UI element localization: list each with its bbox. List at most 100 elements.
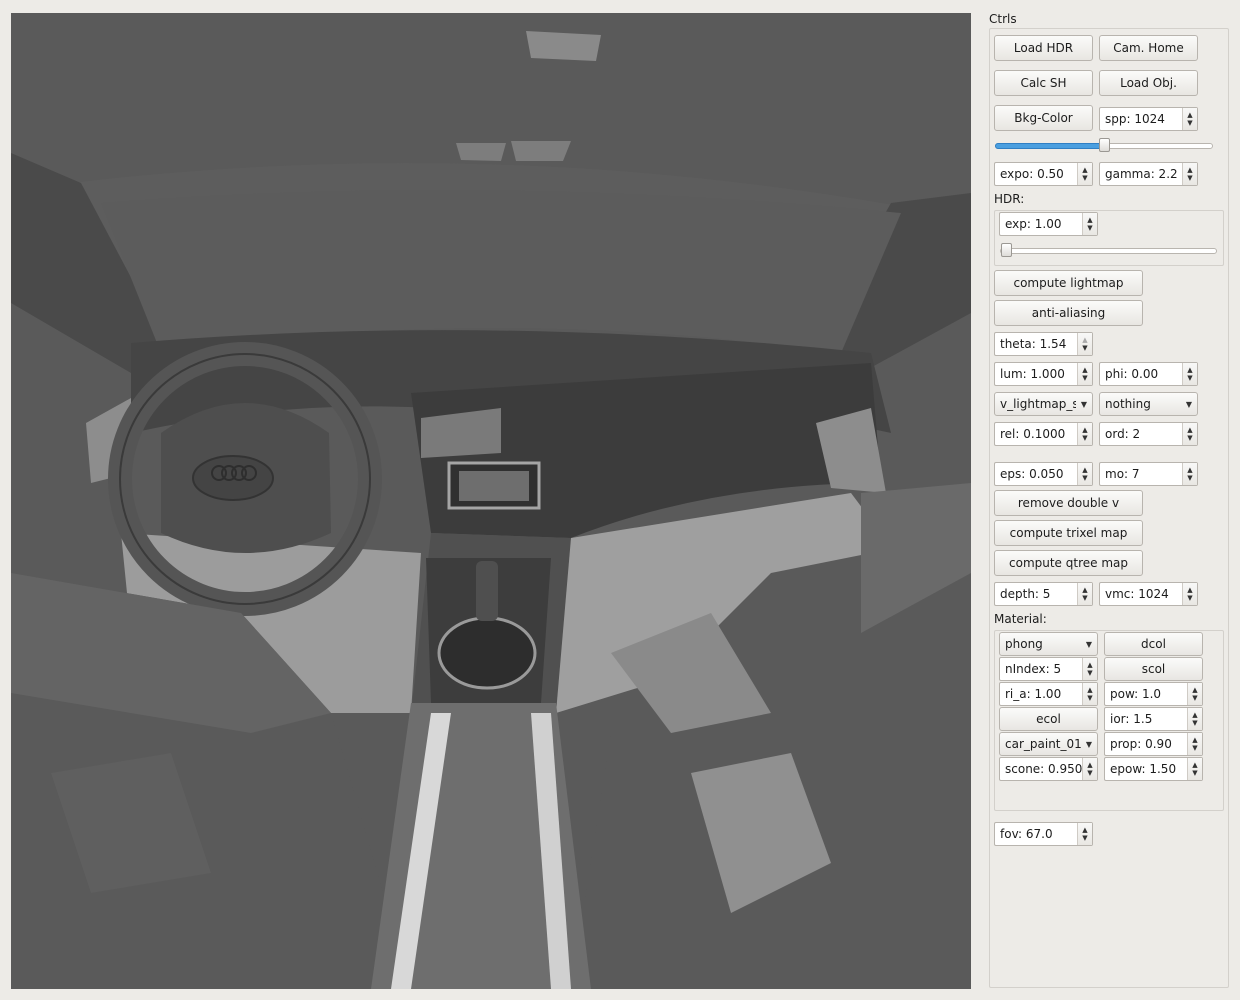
panel-title: Ctrls bbox=[989, 12, 1017, 26]
scone-value: scone: 0.950 bbox=[1005, 762, 1082, 776]
ior-spinbox[interactable]: ior: 1.5 ▲ ▼ bbox=[1104, 707, 1203, 731]
compute-qtree-button[interactable]: compute qtree map bbox=[994, 550, 1143, 576]
spp-spinbox[interactable]: spp: 1024 ▲ ▼ bbox=[1099, 107, 1198, 131]
pow-value: pow: 1.0 bbox=[1110, 687, 1162, 701]
bkg-color-button[interactable]: Bkg-Color bbox=[994, 105, 1093, 131]
fov-value: fov: 67.0 bbox=[1000, 827, 1053, 841]
ri-a-spinbox[interactable]: ri_a: 1.00 ▲ ▼ bbox=[999, 682, 1098, 706]
compute-lightmap-label: compute lightmap bbox=[1013, 276, 1124, 290]
arrow-down-icon: ▼ bbox=[1192, 769, 1198, 777]
nindex-arrows[interactable]: ▲ ▼ bbox=[1082, 658, 1097, 680]
scone-arrows[interactable]: ▲ ▼ bbox=[1082, 758, 1097, 780]
phi-spinbox[interactable]: phi: 0.00 ▲ ▼ bbox=[1099, 362, 1198, 386]
scol-button[interactable]: scol bbox=[1104, 657, 1203, 681]
expo-spinbox[interactable]: expo: 0.50 ▲ ▼ bbox=[994, 162, 1093, 186]
ior-arrows[interactable]: ▲ ▼ bbox=[1187, 708, 1202, 730]
load-obj-button[interactable]: Load Obj. bbox=[1099, 70, 1198, 96]
mo-arrows[interactable]: ▲ ▼ bbox=[1182, 463, 1197, 485]
load-hdr-button[interactable]: Load HDR bbox=[994, 35, 1093, 61]
pow-arrows[interactable]: ▲ ▼ bbox=[1187, 683, 1202, 705]
ord-spinbox[interactable]: ord: 2 ▲ ▼ bbox=[1099, 422, 1198, 446]
eps-arrows[interactable]: ▲ ▼ bbox=[1077, 463, 1092, 485]
expo-value: expo: 0.50 bbox=[1000, 167, 1064, 181]
expo-arrows[interactable]: ▲ ▼ bbox=[1077, 163, 1092, 185]
rel-spinbox[interactable]: rel: 0.1000 ▲ ▼ bbox=[994, 422, 1093, 446]
vmc-spinbox[interactable]: vmc: 1024 ▲ ▼ bbox=[1099, 582, 1198, 606]
lightmap-select-value: v_lightmap_s bbox=[1000, 397, 1076, 411]
eps-spinbox[interactable]: eps: 0.050 ▲ ▼ bbox=[994, 462, 1093, 486]
ord-value: ord: 2 bbox=[1105, 427, 1141, 441]
calc-sh-label: Calc SH bbox=[1020, 76, 1067, 90]
spp-slider-fill bbox=[995, 143, 1107, 149]
gamma-spinbox[interactable]: gamma: 2.2 ▲ ▼ bbox=[1099, 162, 1198, 186]
compute-trixel-label: compute trixel map bbox=[1009, 526, 1128, 540]
hdr-slider-groove bbox=[1000, 248, 1217, 254]
mo-spinbox[interactable]: mo: 7 ▲ ▼ bbox=[1099, 462, 1198, 486]
ecol-button[interactable]: ecol bbox=[999, 707, 1098, 731]
theta-spinbox[interactable]: theta: 1.54 ▲ ▼ bbox=[994, 332, 1093, 356]
lum-spinbox[interactable]: lum: 1.000 ▲ ▼ bbox=[994, 362, 1093, 386]
hdr-slider-handle[interactable] bbox=[1001, 243, 1012, 257]
compute-lightmap-button[interactable]: compute lightmap bbox=[994, 270, 1143, 296]
shader-select-value: phong bbox=[1005, 637, 1043, 651]
hdr-exp-spinbox[interactable]: exp: 1.00 ▲ ▼ bbox=[999, 212, 1098, 236]
arrow-up-icon: ▲ bbox=[1192, 686, 1198, 694]
arrow-up-icon: ▲ bbox=[1187, 466, 1193, 474]
gamma-value: gamma: 2.2 bbox=[1105, 167, 1178, 181]
phi-value: phi: 0.00 bbox=[1105, 367, 1159, 381]
calc-sh-button[interactable]: Calc SH bbox=[994, 70, 1093, 96]
lightmap-select[interactable]: v_lightmap_s ▼ bbox=[994, 392, 1093, 416]
spp-arrows[interactable]: ▲ ▼ bbox=[1182, 108, 1197, 130]
fov-arrows[interactable]: ▲ ▼ bbox=[1077, 823, 1092, 845]
phi-arrows[interactable]: ▲ ▼ bbox=[1182, 363, 1197, 385]
shader-select[interactable]: phong ▼ bbox=[999, 632, 1098, 656]
arrow-up-icon: ▲ bbox=[1082, 586, 1088, 594]
anti-aliasing-button[interactable]: anti-aliasing bbox=[994, 300, 1143, 326]
arrow-down-icon: ▼ bbox=[1082, 834, 1088, 842]
gamma-arrows[interactable]: ▲ ▼ bbox=[1182, 163, 1197, 185]
arrow-down-icon: ▼ bbox=[1082, 474, 1088, 482]
prop-spinbox[interactable]: prop: 0.90 ▲ ▼ bbox=[1104, 732, 1203, 756]
vmc-arrows[interactable]: ▲ ▼ bbox=[1182, 583, 1197, 605]
nindex-spinbox[interactable]: nIndex: 5 ▲ ▼ bbox=[999, 657, 1098, 681]
epow-arrows[interactable]: ▲ ▼ bbox=[1187, 758, 1202, 780]
arrow-down-icon: ▼ bbox=[1087, 669, 1093, 677]
spp-slider-handle[interactable] bbox=[1099, 138, 1110, 152]
arrow-down-icon: ▼ bbox=[1082, 374, 1088, 382]
nothing-select[interactable]: nothing ▼ bbox=[1099, 392, 1198, 416]
spp-slider[interactable] bbox=[995, 138, 1213, 152]
fov-spinbox[interactable]: fov: 67.0 ▲ ▼ bbox=[994, 822, 1093, 846]
chevron-down-icon: ▼ bbox=[1185, 399, 1193, 409]
arrow-down-icon: ▼ bbox=[1087, 769, 1093, 777]
dcol-button[interactable]: dcol bbox=[1104, 632, 1203, 656]
arrow-up-icon: ▲ bbox=[1082, 426, 1088, 434]
anti-aliasing-label: anti-aliasing bbox=[1031, 306, 1106, 320]
depth-arrows[interactable]: ▲ ▼ bbox=[1077, 583, 1092, 605]
lum-arrows[interactable]: ▲ ▼ bbox=[1077, 363, 1092, 385]
remove-double-button[interactable]: remove double v bbox=[994, 490, 1143, 516]
arrow-down-icon: ▼ bbox=[1187, 174, 1193, 182]
epow-spinbox[interactable]: epow: 1.50 ▲ ▼ bbox=[1104, 757, 1203, 781]
material-label: Material: bbox=[994, 612, 1047, 626]
cam-home-button[interactable]: Cam. Home bbox=[1099, 35, 1198, 61]
car-interior-render bbox=[11, 13, 971, 989]
compute-trixel-button[interactable]: compute trixel map bbox=[994, 520, 1143, 546]
hdr-exp-arrows[interactable]: ▲ ▼ bbox=[1082, 213, 1097, 235]
theta-arrows[interactable]: ▲ ▼ bbox=[1077, 333, 1092, 355]
ri-a-arrows[interactable]: ▲ ▼ bbox=[1082, 683, 1097, 705]
pow-spinbox[interactable]: pow: 1.0 ▲ ▼ bbox=[1104, 682, 1203, 706]
hdr-exp-slider[interactable] bbox=[1000, 243, 1217, 257]
prop-arrows[interactable]: ▲ ▼ bbox=[1187, 733, 1202, 755]
ord-arrows[interactable]: ▲ ▼ bbox=[1182, 423, 1197, 445]
depth-spinbox[interactable]: depth: 5 ▲ ▼ bbox=[994, 582, 1093, 606]
arrow-up-icon: ▲ bbox=[1087, 661, 1093, 669]
arrow-down-icon: ▼ bbox=[1187, 594, 1193, 602]
rel-arrows[interactable]: ▲ ▼ bbox=[1077, 423, 1092, 445]
material-preset-select[interactable]: car_paint_01 ▼ bbox=[999, 732, 1098, 756]
arrow-up-icon: ▲ bbox=[1187, 426, 1193, 434]
arrow-down-icon: ▼ bbox=[1082, 174, 1088, 182]
mo-value: mo: 7 bbox=[1105, 467, 1140, 481]
scone-spinbox[interactable]: scone: 0.950 ▲ ▼ bbox=[999, 757, 1098, 781]
render-viewport[interactable] bbox=[11, 13, 971, 989]
arrow-down-icon: ▼ bbox=[1187, 474, 1193, 482]
